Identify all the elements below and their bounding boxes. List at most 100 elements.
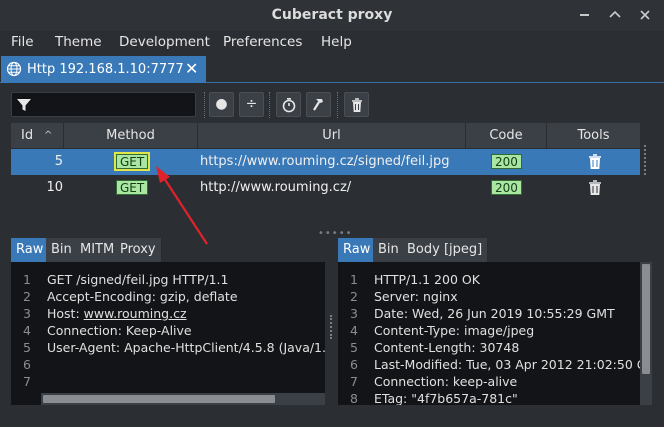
title-bar: Cuberact proxy [0, 0, 664, 31]
line-gutter: 1 2 3 4 5 6 7 8 [338, 262, 368, 405]
request-tabs: Raw Bin MITM Proxy [11, 238, 325, 262]
close-icon [640, 10, 650, 20]
toolbar-separator [337, 92, 339, 118]
menu-file[interactable]: File [11, 34, 34, 50]
code-line: Connection: keep-alive [374, 374, 518, 389]
col-id[interactable]: Id ^ [11, 123, 64, 149]
response-tab-raw[interactable]: Raw [338, 238, 377, 262]
request-hscrollbar[interactable] [41, 393, 325, 405]
col-tools[interactable]: Tools [547, 123, 640, 149]
col-url[interactable]: Url [198, 123, 466, 149]
line-number: 5 [350, 340, 358, 355]
line-number: 7 [23, 374, 31, 389]
response-tabs: Raw Bin Body [jpeg] [338, 238, 652, 262]
cell-url: http://www.rouming.cz/ [200, 180, 352, 195]
code-badge: 200 [491, 154, 522, 169]
col-method[interactable]: Method [64, 123, 198, 149]
tab-label: Http 192.168.1.10:7777 [27, 62, 184, 77]
line-number: 1 [350, 272, 358, 287]
cell-id: 5 [54, 154, 63, 169]
code-line: Content-Length: 30748 [374, 340, 520, 355]
cell-url: https://www.rouming.cz/signed/feil.jpg [200, 154, 450, 169]
tab-http-proxy[interactable]: Http 192.168.1.10:7777 ✕ [1, 56, 206, 83]
menu-bar: File Theme Development Preferences Help [0, 31, 664, 54]
menu-development[interactable]: Development [119, 34, 210, 50]
close-window-button[interactable] [636, 6, 654, 24]
filter-box [11, 92, 196, 117]
request-tab-bin[interactable]: Bin [46, 238, 78, 262]
table-row[interactable]: 10 GET http://www.rouming.cz/ 200 [11, 175, 640, 201]
code-line: Host: www.rouming.cz [47, 306, 187, 321]
code-line: ETag: "4f7b657a-781c" [374, 391, 518, 405]
request-text: GET /signed/feil.jpg HTTP/1.1 Accept-Enc… [47, 262, 325, 405]
trash-icon [351, 98, 362, 112]
response-tab-body[interactable]: Body [jpeg] [402, 238, 489, 262]
tab-strip: Http 192.168.1.10:7777 ✕ [0, 54, 664, 83]
code-line: Connection: Keep-Alive [47, 323, 192, 338]
code-line: GET /signed/feil.jpg HTTP/1.1 [47, 272, 229, 287]
line-number: 3 [23, 306, 31, 321]
hammer-icon [312, 99, 323, 111]
header-key: Host: [47, 306, 84, 321]
stopwatch-icon [282, 98, 295, 113]
code-line: Date: Wed, 26 Jun 2019 10:55:29 GMT [374, 306, 615, 321]
tab-close-icon[interactable]: ✕ [185, 59, 198, 78]
request-tab-proxy[interactable]: Proxy [115, 238, 162, 262]
host-link[interactable]: www.rouming.cz [84, 306, 187, 321]
request-table: Id ^ Method Url Code Tools 5 GET https:/… [11, 123, 640, 201]
response-tab-bin[interactable]: Bin [373, 238, 405, 262]
line-number: 6 [350, 357, 358, 372]
code-line: HTTP/1.1 200 OK [374, 272, 480, 287]
scroll-thumb[interactable] [642, 264, 650, 374]
filter-input[interactable] [36, 96, 192, 113]
method-badge: GET [116, 180, 149, 195]
response-text: HTTP/1.1 200 OK Server: nginx Date: Wed,… [374, 262, 640, 405]
delete-row-icon[interactable] [588, 154, 602, 170]
menu-help[interactable]: Help [321, 34, 352, 50]
request-tab-mitm[interactable]: MITM [75, 238, 121, 262]
request-editor[interactable]: 1 2 3 4 5 6 7 GET /signed/feil.jpg HTTP/… [11, 262, 325, 405]
table-row[interactable]: 5 GET https://www.rouming.cz/signed/feil… [11, 149, 640, 175]
table-header: Id ^ Method Url Code Tools [11, 123, 640, 149]
response-vscrollbar[interactable] [640, 262, 652, 405]
divide-icon: ÷ [245, 96, 258, 112]
toolbar-separator [204, 92, 206, 118]
maximize-button[interactable] [606, 6, 624, 24]
hammer-button[interactable] [306, 92, 331, 117]
dot-icon: ● [215, 96, 228, 112]
code-line: Content-Type: image/jpeg [374, 323, 535, 338]
filter-icon [17, 99, 31, 111]
code-line: Last-Modified: Tue, 03 Apr 2012 21:02:50… [374, 357, 640, 372]
minimize-button[interactable] [576, 6, 594, 24]
line-number: 5 [23, 340, 31, 355]
delete-row-icon[interactable] [588, 180, 602, 196]
window-title: Cuberact proxy [271, 7, 393, 23]
globe-icon [6, 61, 22, 77]
col-code[interactable]: Code [466, 123, 547, 149]
line-number: 8 [350, 391, 358, 405]
line-number: 2 [23, 289, 31, 304]
clear-button[interactable] [344, 92, 369, 117]
code-line: Accept-Encoding: gzip, deflate [47, 289, 238, 304]
line-number: 6 [23, 357, 31, 372]
code-badge: 200 [491, 180, 522, 195]
line-number: 2 [350, 289, 358, 304]
timer-button[interactable] [276, 92, 301, 117]
dot-button[interactable]: ● [209, 92, 234, 117]
pane-resize-grip[interactable] [330, 315, 334, 339]
response-editor[interactable]: 1 2 3 4 5 6 7 8 HTTP/1.1 200 OK Server: … [338, 262, 652, 405]
request-tab-raw[interactable]: Raw [11, 238, 50, 262]
divide-button[interactable]: ÷ [239, 92, 264, 117]
line-number: 4 [350, 323, 358, 338]
line-number: 1 [23, 272, 31, 287]
method-badge: GET [113, 152, 151, 171]
menu-preferences[interactable]: Preferences [223, 34, 302, 50]
scroll-thumb[interactable] [43, 395, 275, 403]
line-number: 7 [350, 374, 358, 389]
line-number: 4 [23, 323, 31, 338]
toolbar-separator [269, 92, 271, 118]
menu-theme[interactable]: Theme [55, 34, 102, 50]
table-resize-grip[interactable] [644, 145, 648, 175]
maximize-icon [609, 10, 621, 18]
line-gutter: 1 2 3 4 5 6 7 [11, 262, 41, 405]
